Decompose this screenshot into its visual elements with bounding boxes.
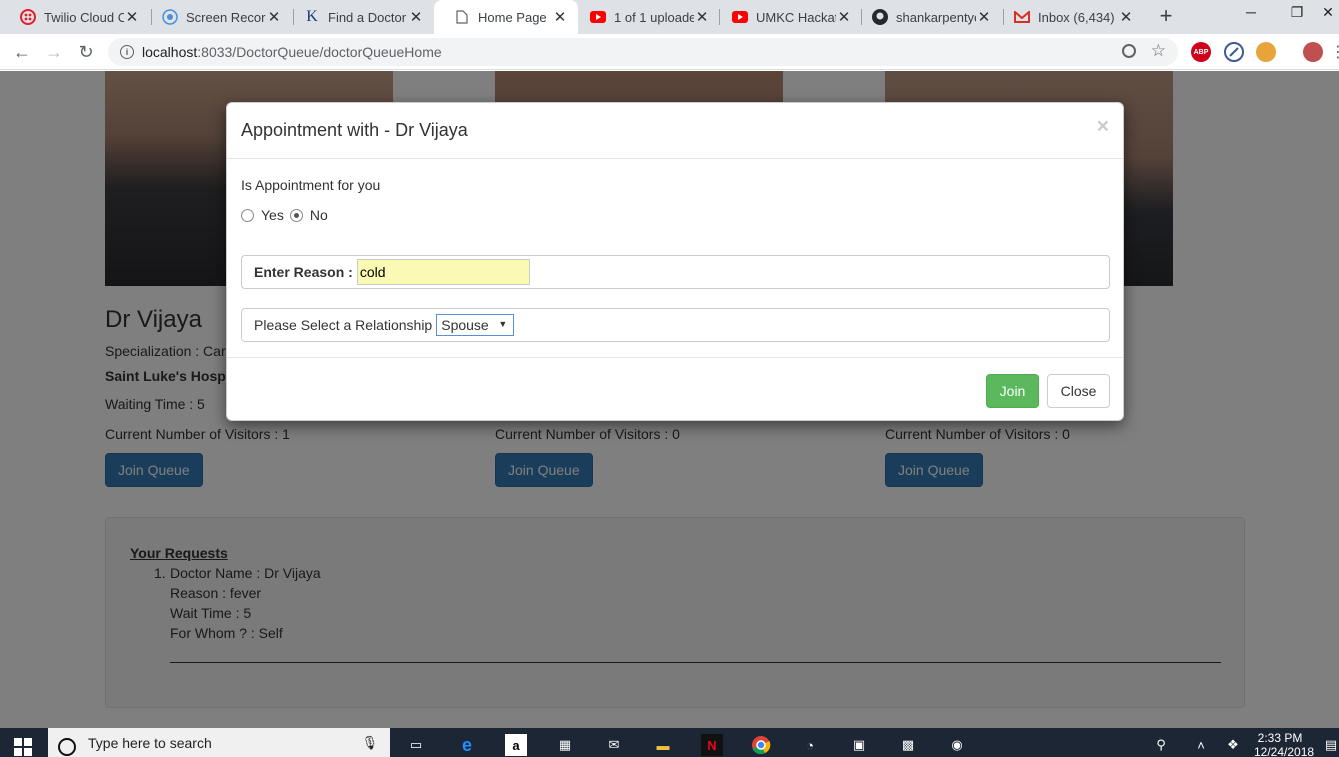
star-icon[interactable]: ☆	[1151, 41, 1166, 61]
close-tab-icon[interactable]: ✕	[1118, 8, 1134, 26]
tab-title: Twilio Cloud Co	[44, 9, 124, 25]
location-icon[interactable]	[1122, 44, 1136, 58]
recorder-icon[interactable]: ◉	[946, 734, 968, 756]
browser-tab[interactable]: Inbox (6,434) - ✕	[994, 0, 1144, 34]
close-button[interactable]: Close	[1047, 374, 1110, 408]
modal-footer: Join Close	[227, 357, 1123, 421]
mail-icon[interactable]: ✉	[603, 734, 625, 756]
gmail-icon	[1014, 9, 1030, 25]
tab-title: Home Page	[478, 9, 547, 25]
close-tab-icon[interactable]: ✕	[836, 8, 852, 26]
close-tab-icon[interactable]: ✕	[266, 8, 282, 26]
taskbar-search-placeholder: Type here to search	[88, 734, 212, 751]
tab-title: 1 of 1 uploade	[614, 9, 694, 25]
game-icon[interactable]: ▩	[897, 734, 919, 756]
twilio-icon	[20, 9, 36, 25]
close-tab-icon[interactable]: ✕	[552, 8, 568, 26]
browser-tab[interactable]: shankarpentye ✕	[852, 0, 1002, 34]
back-icon[interactable]: ←	[10, 40, 34, 64]
browser-tab-active[interactable]: Home Page ✕	[434, 0, 578, 34]
system-clock[interactable]: 2:33 PM 12/24/2018	[1254, 731, 1315, 757]
screen-recorder-icon	[162, 9, 178, 25]
browser-tab[interactable]: 1 of 1 uploade ✕	[570, 0, 720, 34]
menu-icon[interactable]: ⋮	[1330, 42, 1339, 62]
file-explorer-icon[interactable]: ▬	[652, 734, 674, 756]
tab-title: UMKC Hackath	[756, 9, 836, 25]
edge-icon[interactable]: e	[456, 734, 478, 756]
browser-tab[interactable]: UMKC Hackath ✕	[712, 0, 862, 34]
new-tab-button[interactable]: +	[1156, 5, 1176, 29]
radio-yes-label: Yes	[261, 207, 284, 223]
caret-down-icon: ▼	[498, 319, 508, 329]
tab-strip: Twilio Cloud Co ✕ Screen Recorde ✕ K Fin…	[0, 0, 1339, 34]
youtube-icon	[732, 9, 748, 25]
youtube-icon	[590, 9, 606, 25]
cortana-icon	[58, 738, 76, 756]
close-window-icon[interactable]: ✕	[1318, 4, 1338, 21]
reason-row: Enter Reason : cold	[241, 255, 1110, 289]
minimize-icon[interactable]: ─	[1228, 4, 1274, 20]
modal-body: Is Appointment for you Yes No Enter Reas…	[227, 159, 1123, 357]
windows-taskbar: Type here to search 🎙 ▭ e a ▦ ✉ ▬ N ◔ ▣ …	[0, 728, 1339, 757]
tab-title: Find a Doctor |	[328, 9, 408, 25]
github-icon	[872, 9, 888, 25]
extension-icon[interactable]	[1256, 42, 1276, 62]
close-icon[interactable]: ×	[1097, 115, 1109, 139]
windows-start-icon[interactable]	[14, 738, 32, 756]
appointment-for-you-label: Is Appointment for you	[241, 177, 381, 193]
page-icon	[454, 9, 470, 25]
tab-title: Inbox (6,434) -	[1038, 9, 1118, 25]
reload-icon[interactable]: ↻	[74, 40, 98, 64]
app-icon[interactable]: ◔	[799, 734, 821, 756]
close-tab-icon[interactable]: ✕	[408, 8, 424, 26]
chrome-icon[interactable]	[750, 734, 772, 756]
forward-icon[interactable]: →	[42, 40, 66, 64]
url-path: :8033/DoctorQueue/doctorQueueHome	[197, 44, 442, 60]
amazon-icon[interactable]: a	[505, 734, 527, 756]
browser-tab[interactable]: Screen Recorde ✕	[142, 0, 292, 34]
relationship-select[interactable]: Spouse ▼	[436, 314, 515, 336]
restore-icon[interactable]: ❐	[1274, 4, 1320, 21]
relationship-value: Spouse	[441, 317, 489, 333]
reason-label: Enter Reason :	[254, 264, 353, 280]
taskbar-search[interactable]: Type here to search 🎙	[48, 728, 390, 757]
reason-input[interactable]: cold	[356, 259, 530, 285]
browser-tab[interactable]: Twilio Cloud Co ✕	[0, 0, 150, 34]
store-icon[interactable]: ▦	[554, 734, 576, 756]
adblock-icon[interactable]: ABP	[1191, 42, 1211, 62]
clock-date: 12/24/2018	[1254, 745, 1315, 757]
people-icon[interactable]: ⚲	[1150, 734, 1172, 756]
tab-title: Screen Recorde	[186, 9, 266, 25]
task-view-icon[interactable]: ▭	[405, 734, 427, 756]
url-host: localhost	[142, 44, 198, 60]
info-icon[interactable]: i	[120, 45, 134, 59]
relationship-label: Please Select a Relationship	[254, 317, 433, 333]
close-tab-icon[interactable]: ✕	[694, 8, 710, 26]
modal-header: Appointment with - Dr Vijaya ×	[227, 103, 1123, 159]
modal-title: Appointment with - Dr Vijaya	[241, 120, 468, 140]
profile-avatar-icon[interactable]	[1303, 42, 1323, 62]
browser-toolbar: ← → ↻ i localhost:8033/DoctorQueue/docto…	[0, 34, 1339, 70]
radio-yes[interactable]	[241, 208, 254, 222]
block-icon[interactable]	[1224, 42, 1244, 62]
browser-tab[interactable]: K Find a Doctor | ✕	[284, 0, 434, 34]
address-bar[interactable]: i localhost:8033/DoctorQueue/doctorQueue…	[108, 38, 1178, 66]
chevron-up-icon[interactable]: ˄	[1190, 734, 1212, 756]
radio-no-label: No	[309, 207, 328, 223]
microphone-icon[interactable]: 🎙	[361, 735, 378, 751]
media-icon[interactable]: ▣	[848, 734, 870, 756]
appointment-for-you-options: Yes No	[241, 207, 328, 223]
join-button[interactable]: Join	[986, 374, 1039, 408]
k-icon: K	[306, 8, 318, 25]
notification-icon[interactable]: ▤	[1320, 734, 1339, 756]
radio-no[interactable]	[289, 208, 303, 222]
netflix-icon[interactable]: N	[701, 734, 723, 756]
tab-title: shankarpentye	[896, 9, 976, 25]
dropbox-icon[interactable]: ❖	[1222, 734, 1244, 756]
clock-time: 2:33 PM	[1257, 731, 1303, 745]
close-tab-icon[interactable]: ✕	[976, 8, 992, 26]
close-tab-icon[interactable]: ✕	[124, 8, 140, 26]
appointment-modal: Appointment with - Dr Vijaya × Is Appoin…	[226, 102, 1124, 421]
relationship-row: Please Select a Relationship Spouse ▼	[241, 308, 1110, 342]
